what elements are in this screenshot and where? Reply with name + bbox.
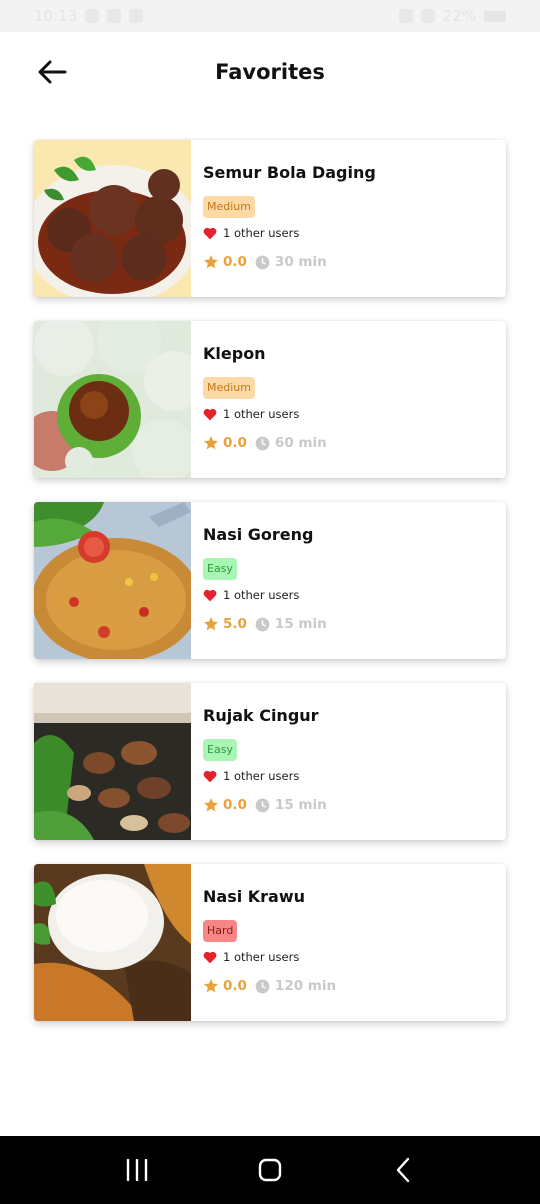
likes-text: 1 other users <box>223 950 300 964</box>
back-button[interactable] <box>34 54 70 90</box>
likes-row: 1 other users <box>203 225 506 241</box>
star-icon <box>204 436 218 450</box>
duration-value: 120 min <box>274 978 337 994</box>
stats-row: 0.0 60 min <box>203 433 506 453</box>
duration-value: 30 min <box>274 254 327 270</box>
recipe-card[interactable]: Klepon Medium 1 other users 0.0 60 min <box>34 321 506 478</box>
recipe-image-meatball-stew <box>34 140 191 297</box>
battery-icon <box>484 10 506 22</box>
recipe-image-rujak-cingur <box>34 683 191 840</box>
signal-icon <box>420 9 435 23</box>
recipe-image-nasi-krawu <box>34 864 191 1021</box>
duration-value: 15 min <box>274 797 327 813</box>
star-icon <box>204 617 218 631</box>
recipe-info: Nasi Krawu Hard 1 other users 0.0 120 mi… <box>191 864 506 1021</box>
home-button[interactable] <box>250 1150 290 1190</box>
heart-icon <box>203 770 217 782</box>
recipe-card[interactable]: Rujak Cingur Easy 1 other users 0.0 15 m… <box>34 683 506 840</box>
app-header: Favorites <box>0 32 540 112</box>
likes-row: 1 other users <box>203 768 506 784</box>
difficulty-badge: Easy <box>203 558 237 580</box>
wifi-icon <box>398 9 413 23</box>
difficulty-badge: Easy <box>203 739 237 761</box>
rating-value: 5.0 <box>223 616 247 632</box>
stats-row: 0.0 120 min <box>203 976 506 996</box>
recipe-image-klepon <box>34 321 191 478</box>
status-bar-left: 10:13 <box>34 7 144 25</box>
heart-icon <box>203 408 217 420</box>
rating-value: 0.0 <box>223 254 247 270</box>
recipe-title: Nasi Krawu <box>203 887 306 906</box>
likes-text: 1 other users <box>223 588 300 602</box>
clock-icon <box>255 979 270 993</box>
home-icon <box>258 1158 282 1182</box>
back-chevron-icon <box>397 1157 410 1183</box>
difficulty-badge: Medium <box>203 377 255 399</box>
stats-row: 5.0 15 min <box>203 614 506 634</box>
clock-icon <box>255 617 270 631</box>
rating-value: 0.0 <box>223 435 247 451</box>
heart-icon <box>203 951 217 963</box>
star-icon <box>204 979 218 993</box>
status-bar: 10:13 22% <box>0 0 540 32</box>
recipe-card[interactable]: Nasi Krawu Hard 1 other users 0.0 120 mi… <box>34 864 506 1021</box>
recipe-info: Klepon Medium 1 other users 0.0 60 min <box>191 321 506 478</box>
recipe-title: Rujak Cingur <box>203 706 319 725</box>
stats-row: 0.0 30 min <box>203 252 506 272</box>
gallery-icon <box>85 9 100 23</box>
recipe-info: Rujak Cingur Easy 1 other users 0.0 15 m… <box>191 683 506 840</box>
system-back-button[interactable] <box>383 1150 423 1190</box>
battery-level: 22% <box>442 7 476 25</box>
sync-icon <box>129 9 144 23</box>
recipe-info: Semur Bola Daging Medium 1 other users 0… <box>191 140 506 297</box>
duration-value: 15 min <box>274 616 327 632</box>
star-icon <box>204 255 218 269</box>
recipe-card[interactable]: Semur Bola Daging Medium 1 other users 0… <box>34 140 506 297</box>
likes-row: 1 other users <box>203 587 506 603</box>
clock-icon <box>255 798 270 812</box>
recipe-card[interactable]: Nasi Goreng Easy 1 other users 5.0 15 mi… <box>34 502 506 659</box>
status-bar-right: 22% <box>398 7 506 25</box>
recipe-title: Klepon <box>203 344 266 363</box>
duration-value: 60 min <box>274 435 327 451</box>
star-icon <box>204 798 218 812</box>
recipe-info: Nasi Goreng Easy 1 other users 5.0 15 mi… <box>191 502 506 659</box>
recipe-image-fried-rice <box>34 502 191 659</box>
system-navigation-bar <box>0 1136 540 1204</box>
heart-icon <box>203 227 217 239</box>
page-title: Favorites <box>215 60 325 84</box>
favorites-list: Semur Bola Daging Medium 1 other users 0… <box>34 140 506 1045</box>
notification-icon <box>107 9 122 23</box>
recents-icon <box>126 1159 147 1181</box>
stats-row: 0.0 15 min <box>203 795 506 815</box>
arrow-left-icon <box>38 60 67 84</box>
recipe-title: Nasi Goreng <box>203 525 314 544</box>
clock-icon <box>255 436 270 450</box>
likes-text: 1 other users <box>223 226 300 240</box>
likes-row: 1 other users <box>203 406 506 422</box>
rating-value: 0.0 <box>223 978 247 994</box>
likes-row: 1 other users <box>203 949 506 965</box>
recents-button[interactable] <box>117 1150 157 1190</box>
status-time: 10:13 <box>34 7 78 25</box>
likes-text: 1 other users <box>223 407 300 421</box>
recipe-title: Semur Bola Daging <box>203 163 376 182</box>
heart-icon <box>203 589 217 601</box>
difficulty-badge: Hard <box>203 920 238 942</box>
likes-text: 1 other users <box>223 769 300 783</box>
difficulty-badge: Medium <box>203 196 255 218</box>
clock-icon <box>255 255 270 269</box>
rating-value: 0.0 <box>223 797 247 813</box>
